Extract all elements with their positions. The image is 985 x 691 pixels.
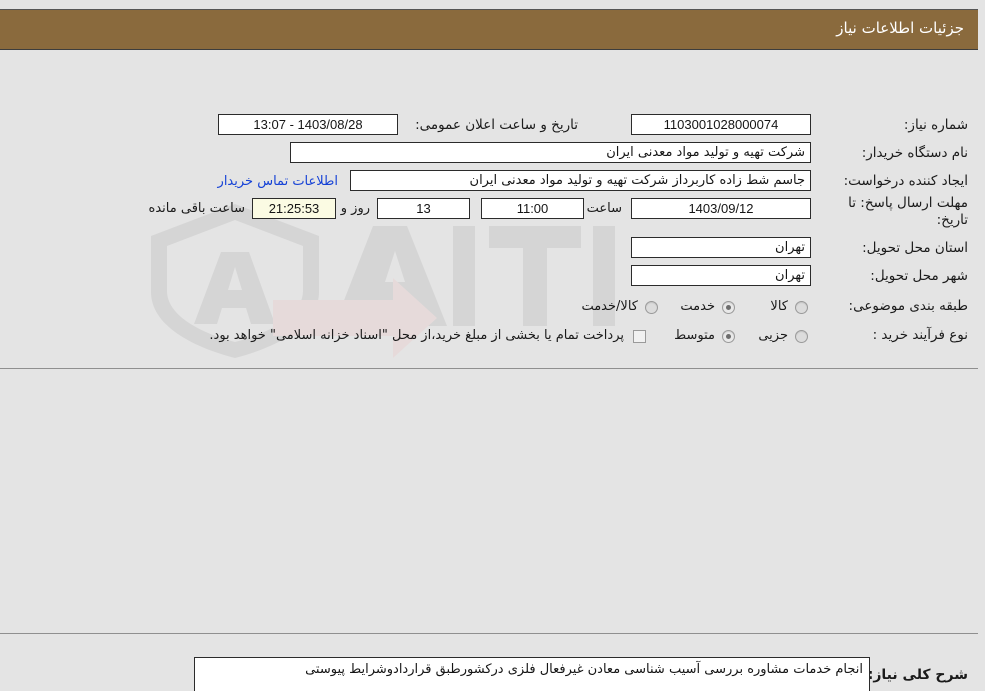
announce-label: تاریخ و ساعت اعلان عمومی: [415, 117, 578, 133]
islamic-treasury-note: پرداخت تمام یا بخشی از مبلغ خرید،از محل … [209, 328, 624, 343]
need-summary-value: انجام خدمات مشاوره بررسی آسیب شناسی معاد… [305, 662, 863, 677]
city-field[interactable]: تهران [631, 265, 811, 286]
buyer-org-field[interactable]: شرکت تهیه و تولید مواد معدنی ایران [290, 142, 811, 163]
page-root: جزئیات اطلاعات نیاز شماره نیاز: 11030010… [0, 0, 985, 691]
countdown-field: 21:25:53 [252, 198, 336, 219]
buyer-org-label: نام دستگاه خریدار: [861, 145, 968, 161]
need-number-label: شماره نیاز: [903, 117, 968, 133]
need-summary-label: شرح کلی نیاز: [867, 667, 968, 683]
category-option-khedmat-label: خدمت [680, 299, 715, 314]
days-word-label: روز و [340, 201, 370, 216]
purchase-type-label: نوع فرآیند خرید : [872, 327, 968, 343]
category-label: طبقه بندی موضوعی: [848, 298, 968, 314]
remaining-days-field[interactable]: 13 [377, 198, 470, 219]
radio-purchase-jozi[interactable] [795, 330, 808, 343]
category-option-kala-khedmat-label: کالا/خدمت [581, 299, 638, 314]
category-option-kala-label: کالا [770, 299, 788, 314]
radio-category-khedmat[interactable] [722, 301, 735, 314]
need-info-panel: شماره نیاز: 1103001028000074 تاریخ و ساع… [0, 105, 978, 369]
remaining-time-label: ساعت باقی مانده [148, 201, 245, 216]
deadline-label: مهلت ارسال پاسخ: تا تاریخ: [848, 195, 968, 228]
announce-datetime-field[interactable]: 1403/08/28 - 13:07 [218, 114, 398, 135]
buyer-contact-link[interactable]: اطلاعات تماس خریدار [218, 174, 338, 189]
radio-purchase-motevaset[interactable] [722, 330, 735, 343]
deadline-date-field[interactable]: 1403/09/12 [631, 198, 811, 219]
page-title: جزئیات اطلاعات نیاز [836, 19, 964, 37]
city-label: شهر محل تحویل: [870, 268, 968, 284]
deadline-hour-field[interactable]: 11:00 [481, 198, 584, 219]
services-panel: شرح کلی نیاز: انجام خدمات مشاوره بررسی آ… [0, 633, 978, 691]
purchase-option-jozi-label: جزیی [758, 328, 788, 343]
radio-category-kala-khedmat[interactable] [645, 301, 658, 314]
need-summary-textarea[interactable]: انجام خدمات مشاوره بررسی آسیب شناسی معاد… [194, 657, 870, 691]
province-field[interactable]: تهران [631, 237, 811, 258]
page-header-bar: جزئیات اطلاعات نیاز [0, 9, 978, 50]
need-number-field[interactable]: 1103001028000074 [631, 114, 811, 135]
creator-label: ایجاد کننده درخواست: [843, 173, 968, 189]
checkbox-islamic-treasury-bonds[interactable] [633, 330, 646, 343]
purchase-option-motevaset-label: متوسط [674, 328, 715, 343]
creator-field[interactable]: جاسم شط زاده کاربرداز شرکت تهیه و تولید … [350, 170, 811, 191]
hour-label: ساعت [586, 201, 622, 216]
radio-category-kala[interactable] [795, 301, 808, 314]
province-label: استان محل تحویل: [862, 240, 968, 256]
